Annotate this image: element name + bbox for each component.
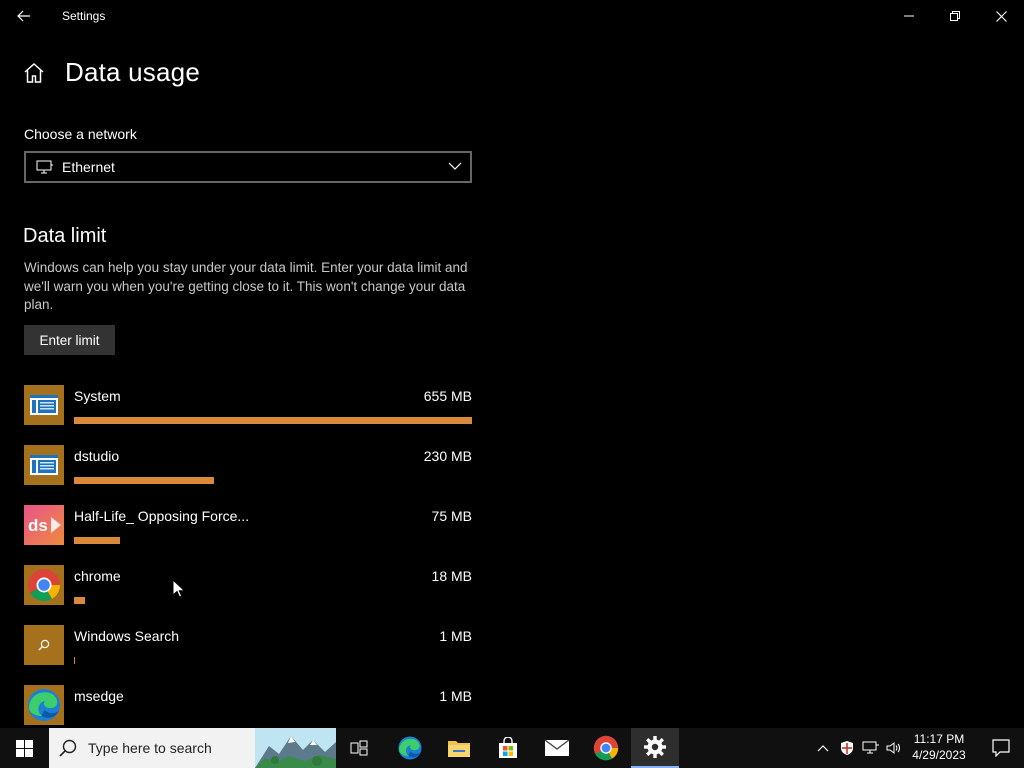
app-data-size: 655 MB <box>423 388 472 404</box>
usage-bar-track <box>74 597 472 604</box>
taskbar-store-button[interactable] <box>484 728 532 768</box>
edge-icon <box>398 736 422 760</box>
action-center-button[interactable] <box>978 728 1024 768</box>
app-usage-row[interactable]: chrome 18 MB <box>24 565 472 625</box>
window-title: Settings <box>62 9 106 23</box>
usage-bar-track <box>74 537 472 544</box>
tray-volume-button[interactable] <box>885 739 903 757</box>
taskbar-chrome-button[interactable] <box>582 728 630 768</box>
mail-icon <box>544 739 570 756</box>
chevron-up-icon <box>817 745 829 752</box>
enter-limit-button[interactable]: Enter limit <box>24 325 115 355</box>
network-dropdown[interactable]: Ethernet <box>24 151 472 183</box>
app-data-size: 230 MB <box>423 448 472 464</box>
svg-text:ds: ds <box>28 516 48 535</box>
restore-icon <box>950 11 960 21</box>
tray-security-button[interactable] <box>838 739 856 757</box>
chrome-icon <box>24 565 64 605</box>
usage-bar <box>74 657 75 664</box>
app-name: dstudio <box>74 448 120 464</box>
taskbar-edge-button[interactable] <box>386 728 434 768</box>
shield-icon <box>841 741 853 755</box>
task-view-icon <box>350 740 368 756</box>
usage-bar <box>74 537 120 544</box>
search-icon <box>24 625 64 665</box>
app-name: Windows Search <box>74 628 180 644</box>
system-app-icon <box>24 445 64 485</box>
home-icon[interactable] <box>22 62 46 84</box>
taskbar: Type here to search 11:17 PM 4/29/2023 <box>0 728 1024 768</box>
taskbar-search-box[interactable]: Type here to search <box>49 728 336 768</box>
chrome-icon <box>593 735 619 761</box>
back-arrow-icon <box>17 10 30 22</box>
folder-icon <box>448 741 470 757</box>
app-name: System <box>74 388 121 404</box>
app-data-size: 1 MB <box>439 628 472 644</box>
tray-network-button[interactable] <box>861 739 881 757</box>
data-limit-description: Windows can help you stay under your dat… <box>24 260 468 312</box>
speaker-icon <box>886 742 900 754</box>
restore-button[interactable] <box>932 0 978 32</box>
usage-bar <box>74 477 214 484</box>
mouse-cursor-icon <box>172 579 186 598</box>
usage-bar-track <box>74 657 472 664</box>
show-hidden-icons-button[interactable] <box>814 739 832 757</box>
search-placeholder: Type here to search <box>88 740 212 756</box>
taskbar-settings-button[interactable] <box>631 728 679 768</box>
search-icon <box>59 739 77 757</box>
search-highlight-illustration-icon <box>255 728 336 768</box>
app-name: chrome <box>74 568 121 584</box>
app-usage-row[interactable]: ds Half-Life_ Opposing Force... 75 MB <box>24 505 472 565</box>
app-name: Half-Life_ Opposing Force... <box>74 508 250 524</box>
choose-network-label: Choose a network <box>24 126 137 142</box>
title-bar: Settings <box>0 0 1024 32</box>
clock-date: 4/29/2023 <box>912 748 966 762</box>
taskbar-clock[interactable]: 11:17 PM 4/29/2023 <box>908 731 970 765</box>
minimize-button[interactable] <box>886 0 932 32</box>
network-selected-value: Ethernet <box>62 159 115 175</box>
usage-bar-track <box>74 477 472 484</box>
app-usage-row[interactable]: System 655 MB <box>24 385 472 445</box>
app-data-size: 75 MB <box>431 508 472 524</box>
taskbar-mail-button[interactable] <box>533 728 581 768</box>
task-view-button[interactable] <box>336 728 384 768</box>
app-usage-row[interactable]: Windows Search 1 MB <box>24 625 472 685</box>
usage-bar <box>74 597 85 604</box>
app-name: msedge <box>74 688 124 704</box>
app-data-size: 1 MB <box>439 688 472 704</box>
windows-logo-icon <box>15 739 33 757</box>
ethernet-icon <box>36 160 53 174</box>
usage-bar-track <box>74 417 472 424</box>
chevron-down-icon <box>448 162 462 170</box>
notification-icon <box>992 739 1010 757</box>
back-button[interactable] <box>8 4 40 28</box>
data-limit-title: Data limit <box>23 225 107 247</box>
page-title: Data usage <box>65 57 200 87</box>
network-icon <box>862 741 879 754</box>
ds-app-icon: ds <box>24 505 64 545</box>
store-icon <box>499 737 517 758</box>
taskbar-file-explorer-button[interactable] <box>435 728 483 768</box>
edge-icon <box>24 685 64 725</box>
close-icon <box>995 10 1007 22</box>
close-button[interactable] <box>978 0 1024 32</box>
system-app-icon <box>24 385 64 425</box>
start-button[interactable] <box>0 728 48 768</box>
usage-bar <box>74 417 472 424</box>
app-usage-row[interactable]: dstudio 230 MB <box>24 445 472 505</box>
minimize-icon <box>904 15 914 17</box>
app-data-size: 18 MB <box>431 568 472 584</box>
gear-icon <box>644 736 666 758</box>
clock-time: 11:17 PM <box>913 732 965 746</box>
